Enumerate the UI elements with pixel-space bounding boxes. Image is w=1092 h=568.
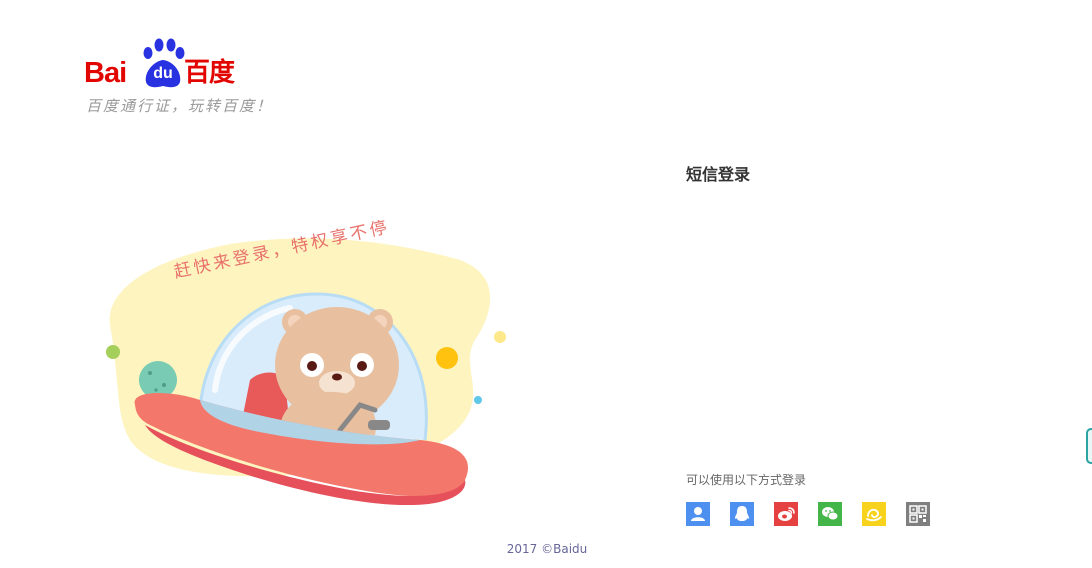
other-login-label: 可以使用以下方式登录 [686,473,807,487]
yixin-login-button[interactable] [862,502,886,526]
yixin-icon [862,502,886,526]
bear-spaceship-illustration [106,238,506,506]
logo-text-du: du [153,65,173,82]
account-login-button[interactable] [686,502,710,526]
logo-text-cn: 百度 [184,58,235,88]
weibo-icon [774,502,798,526]
sms-login-title[interactable]: 短信登录 [686,164,750,186]
footer: 2017 ©Baidu [0,541,1092,557]
qrcode-icon [906,502,930,526]
login-page: Bai du 百度 百度通行证，玩转百度！ 赶快来登录，特权享不停 短信登录 可… [0,0,1092,568]
qrcode-login-button[interactable] [906,502,930,526]
qq-login-button[interactable] [730,502,754,526]
baidu-logo[interactable]: Bai du 百度 [84,38,244,90]
qq-icon [730,502,754,526]
side-feedback-tab[interactable] [1086,428,1092,464]
user-icon [686,502,710,526]
copyright-text: 2017 ©Baidu [506,542,588,556]
slogan: 百度通行证，玩转百度！ [86,97,274,115]
wechat-icon [818,502,842,526]
logo-text-bai: Bai [84,57,127,89]
weibo-login-button[interactable] [774,502,798,526]
wechat-login-button[interactable] [818,502,842,526]
